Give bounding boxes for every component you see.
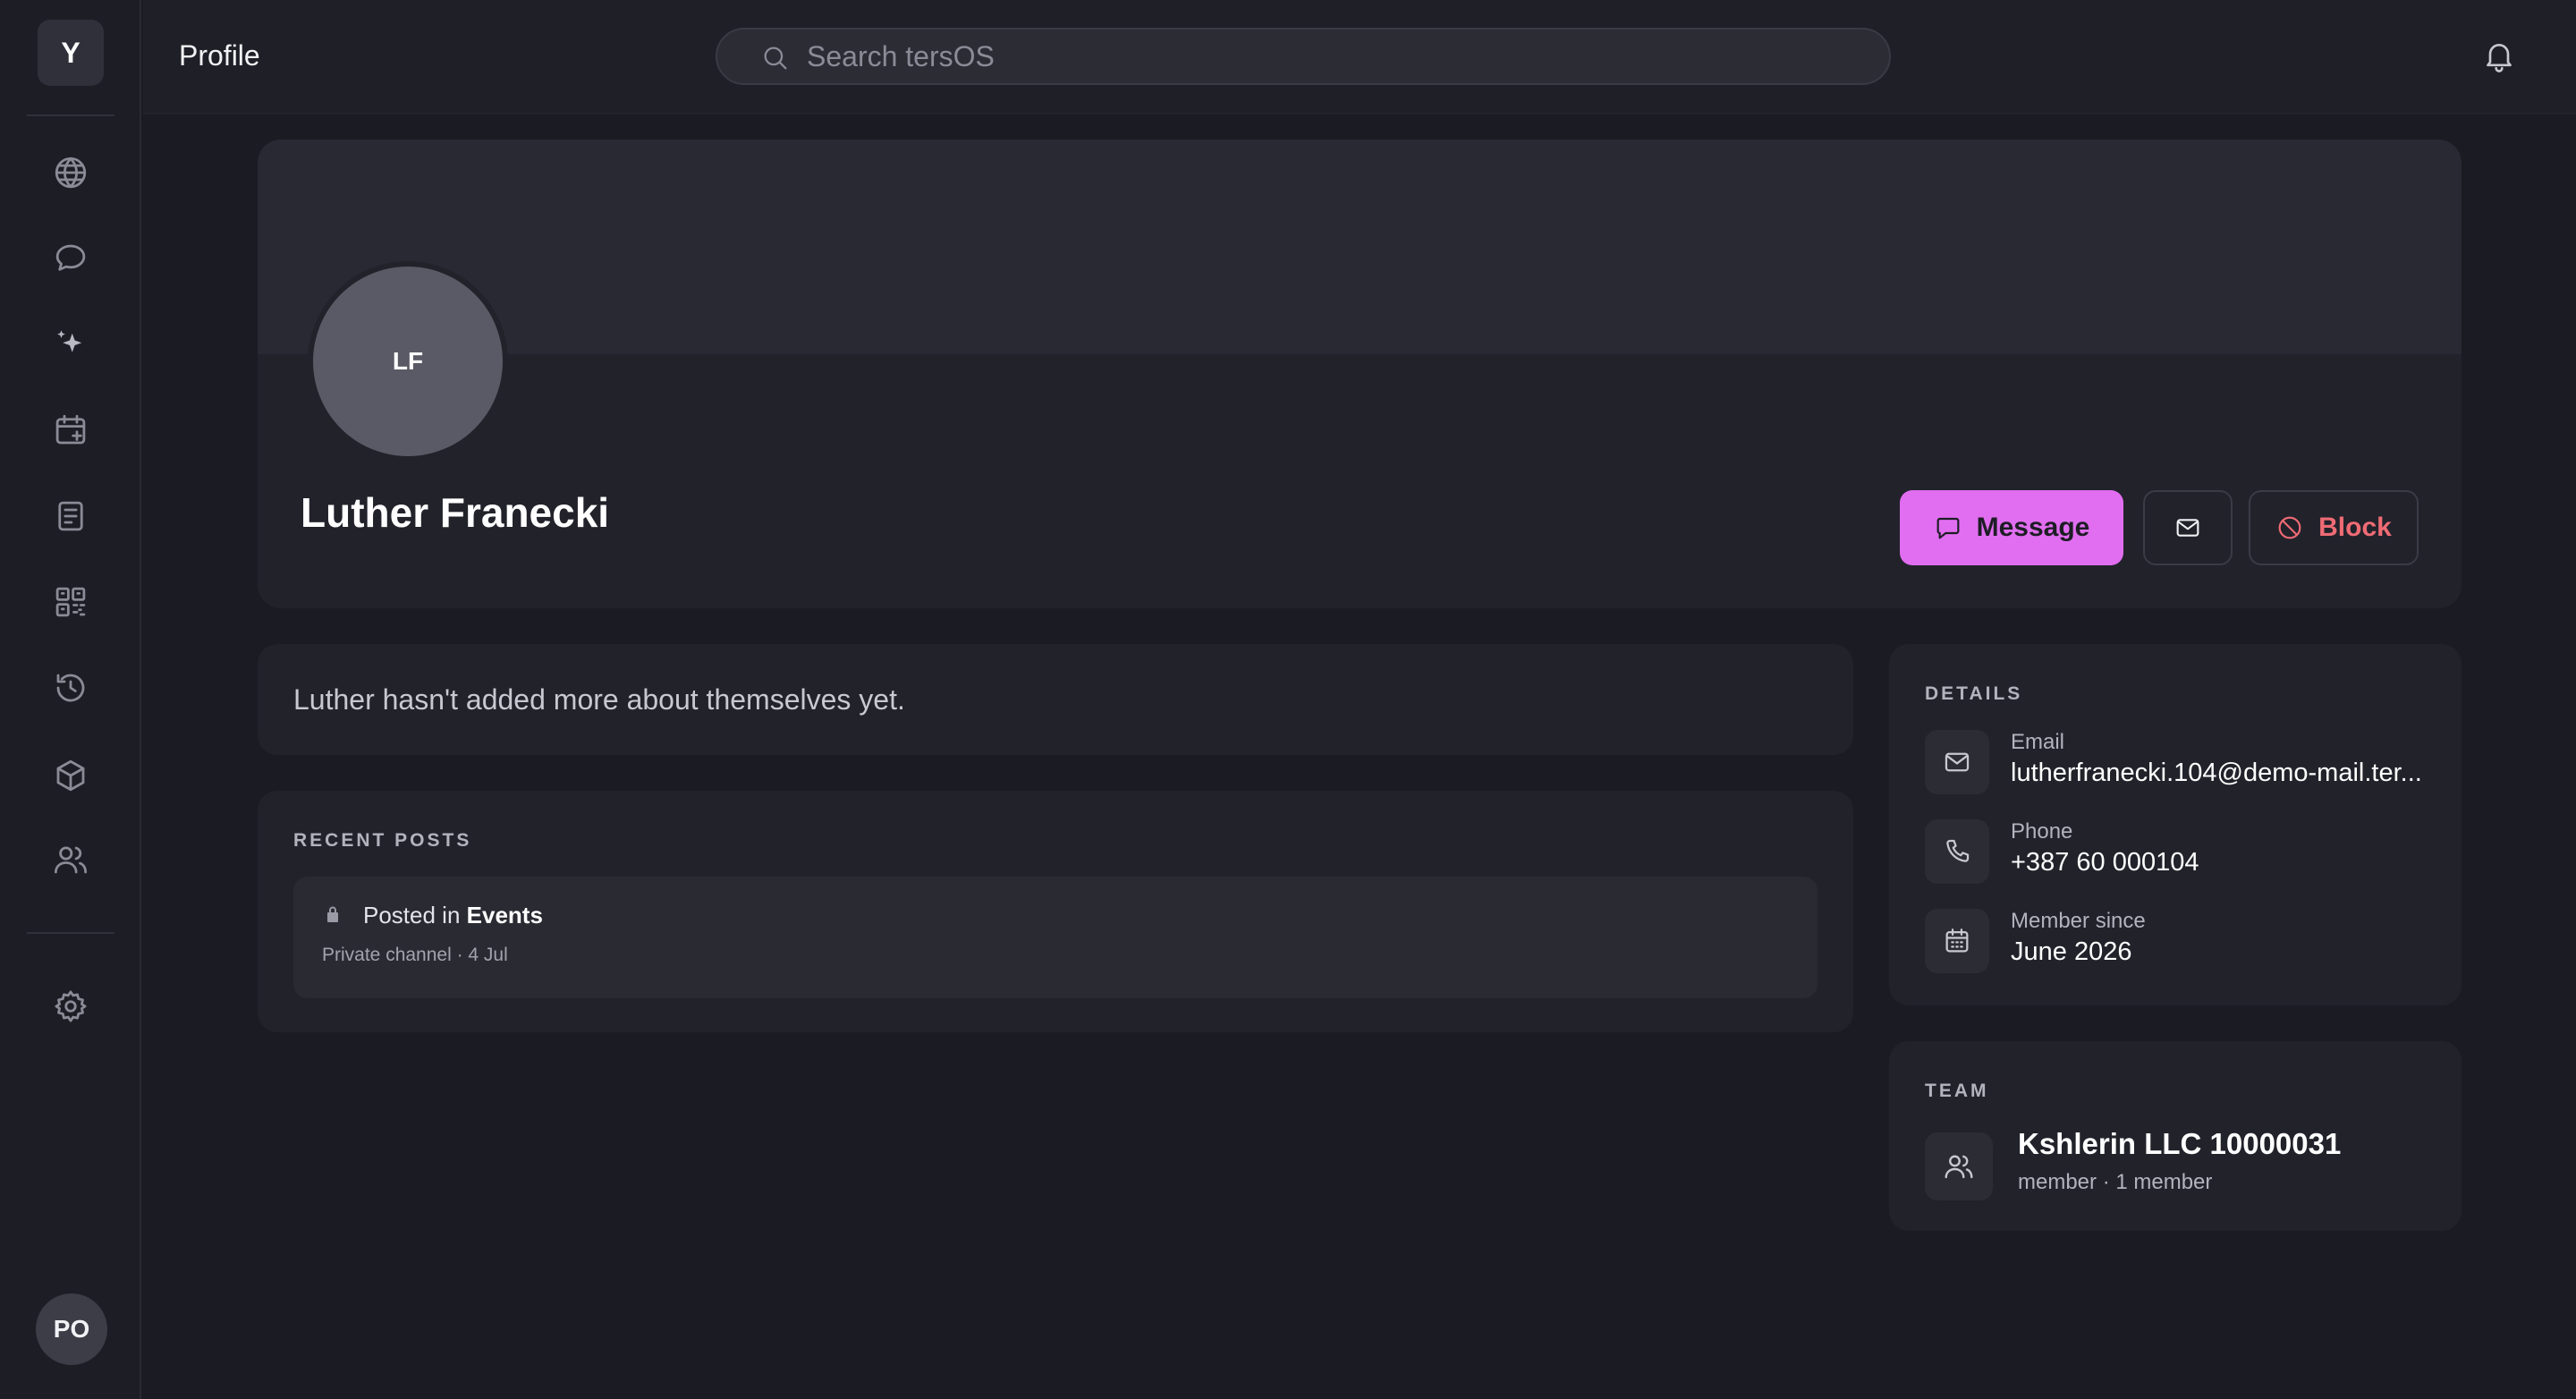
sidebar-item-settings[interactable] xyxy=(47,982,95,1030)
chat-bubble-icon xyxy=(1934,513,1962,542)
team-meta: member · 1 member xyxy=(2018,1170,2213,1194)
sidebar-item-ai[interactable] xyxy=(47,320,95,369)
cube-icon xyxy=(56,759,85,792)
phone-label: Phone xyxy=(2011,819,2073,844)
email-value[interactable]: lutherfranecki.104@demo-mail.ter... xyxy=(2011,759,2435,788)
current-user-avatar[interactable]: PO xyxy=(36,1293,107,1365)
search-icon xyxy=(760,43,791,73)
team-item[interactable]: Kshlerin LLC 10000031 member · 1 member xyxy=(1925,1125,2435,1206)
about-text: Luther hasn't added more about themselve… xyxy=(293,683,905,716)
sidebar-item-packages[interactable] xyxy=(47,751,95,800)
page-title: Profile xyxy=(179,39,260,72)
globe-icon xyxy=(55,157,87,189)
search-input[interactable] xyxy=(807,30,1862,83)
topbar: Profile xyxy=(143,0,2576,114)
recent-posts-heading: RECENT POSTS xyxy=(293,830,472,851)
team-card: TEAM Kshlerin LLC 10000031 member · 1 me… xyxy=(1889,1041,2462,1231)
member-since-label: Member since xyxy=(2011,909,2146,933)
detail-phone: Phone +387 60 000104 xyxy=(1925,819,2435,887)
chat-bubble-icon xyxy=(55,244,86,271)
email-button[interactable] xyxy=(2143,490,2233,565)
history-icon xyxy=(56,674,85,702)
qr-code-icon xyxy=(55,587,86,617)
block-button-label: Block xyxy=(2318,513,2392,542)
message-button[interactable]: Message xyxy=(1900,490,2123,565)
member-since-value: June 2026 xyxy=(2011,937,2132,966)
users-icon xyxy=(54,846,88,874)
profile-header-card: LF Luther Franecki Message Block xyxy=(258,140,2462,608)
mail-icon xyxy=(2174,513,2202,542)
post-title: Posted in Events xyxy=(363,902,543,929)
profile-avatar: LF xyxy=(308,261,508,462)
sidebar-item-chat[interactable] xyxy=(47,234,95,283)
team-heading: TEAM xyxy=(1925,1081,1989,1101)
sidebar: Y PO xyxy=(0,0,141,1399)
workspace-logo[interactable]: Y xyxy=(38,20,104,86)
calendar-icon xyxy=(1925,909,1989,973)
team-name: Kshlerin LLC 10000031 xyxy=(2018,1127,2342,1160)
document-icon xyxy=(58,501,83,531)
sparkles-icon xyxy=(57,330,82,352)
sidebar-item-documents[interactable] xyxy=(47,492,95,540)
block-button[interactable]: Block xyxy=(2249,490,2419,565)
detail-member-since: Member since June 2026 xyxy=(1925,909,2435,977)
post-title-prefix: Posted in xyxy=(363,902,467,928)
about-card: Luther hasn't added more about themselve… xyxy=(258,644,1853,755)
post-item[interactable]: Posted in Events Private channel · 4 Jul xyxy=(293,877,1818,998)
detail-email: Email lutherfranecki.104@demo-mail.ter..… xyxy=(1925,730,2435,798)
phone-value[interactable]: +387 60 000104 xyxy=(2011,848,2435,878)
sidebar-item-calendar[interactable] xyxy=(47,406,95,454)
users-icon xyxy=(1925,1132,1993,1200)
message-button-label: Message xyxy=(1976,513,2090,542)
search-bar[interactable] xyxy=(716,28,1891,85)
mail-icon xyxy=(1925,730,1989,794)
phone-icon xyxy=(1925,819,1989,884)
sidebar-item-history[interactable] xyxy=(47,664,95,712)
details-card: DETAILS Email lutherfranecki.104@demo-ma… xyxy=(1889,644,2462,1005)
recent-posts-card: RECENT POSTS Posted in Events Private ch… xyxy=(258,791,1853,1032)
sidebar-item-globe[interactable] xyxy=(47,148,95,197)
notifications-bell-icon[interactable] xyxy=(2481,38,2521,77)
block-icon xyxy=(2275,513,2304,542)
calendar-plus-icon xyxy=(55,414,86,445)
profile-name: Luther Franecki xyxy=(301,489,610,536)
sidebar-item-people[interactable] xyxy=(47,835,95,884)
post-meta: Private channel · 4 Jul xyxy=(322,945,508,965)
sidebar-item-qr[interactable] xyxy=(47,578,95,626)
post-channel-link[interactable]: Events xyxy=(467,902,543,928)
profile-cover xyxy=(258,140,2462,354)
settings-gear-icon xyxy=(55,990,87,1022)
sidebar-divider xyxy=(27,114,114,116)
lock-icon xyxy=(322,903,343,925)
sidebar-divider xyxy=(27,932,114,934)
email-label: Email xyxy=(2011,730,2065,754)
details-heading: DETAILS xyxy=(1925,683,2023,704)
